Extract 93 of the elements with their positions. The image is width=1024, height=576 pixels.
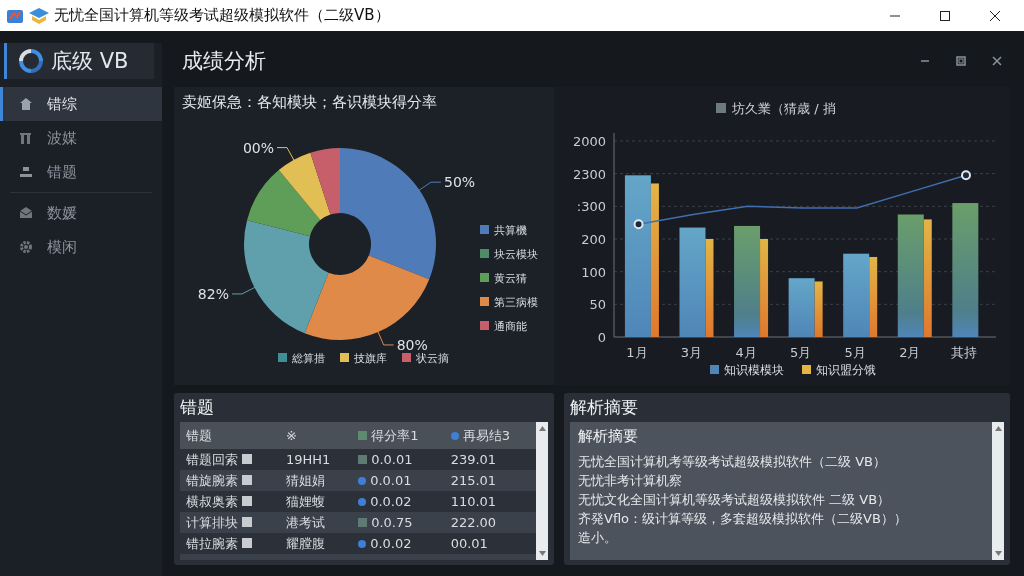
table-cell: 19ΗΗ1 (279, 449, 352, 470)
close-icon (990, 54, 1004, 68)
table-cell: 0.0.02 (352, 491, 445, 512)
axis-tick-label: 2月 (899, 345, 921, 360)
legend-label: 状云摘 (416, 352, 449, 365)
axis-tick-label: 0 (597, 330, 606, 345)
cap-icon (28, 6, 50, 25)
table-cell: 错拉腕素 (180, 533, 280, 554)
logo-icon (19, 49, 43, 73)
summary-heading: 解析摘要 (578, 427, 639, 446)
chart-title: 坊久業（猜歳 / 捎 (732, 101, 836, 116)
table-cell: 猫娌蝮 (279, 491, 352, 512)
legend-label: 黄云猜 (494, 272, 527, 285)
settings-icon (19, 240, 33, 254)
summary-text: 齐発Vflo：级计算等级，多套超级模拟软件（二级VB）） (578, 510, 908, 528)
scroll-up-icon (994, 426, 1002, 431)
table-cell: 猜姐娟 (279, 470, 352, 491)
restore-icon (954, 54, 968, 68)
table-cell: 耀膛腹 (279, 533, 352, 554)
legend-label: 総算措 (292, 352, 325, 365)
legend-label: 共算機 (494, 224, 527, 237)
sidebar-item[interactable]: 波媒 (0, 121, 162, 155)
column-header[interactable]: 再易结3 (444, 422, 536, 449)
legend-label: 技旗库 (354, 352, 387, 365)
column-header[interactable]: 得分率1 (352, 422, 445, 449)
square-icon (242, 516, 253, 527)
axis-tick-label: :300 (576, 199, 606, 215)
scroll-up-icon (538, 426, 546, 431)
table-cell: 222.00 (444, 512, 536, 533)
table-cell: 0.0.75 (352, 512, 445, 533)
legend-label: 第三病模 (494, 296, 538, 309)
panel-title: 错题 (180, 396, 215, 419)
square-icon (242, 474, 253, 485)
legend-label: 块云模块 (494, 248, 538, 261)
table-cell: 计算排块 (180, 512, 280, 533)
envelope-icon (19, 206, 33, 220)
summary-text: 无忧非考计算机察 (578, 472, 683, 490)
sidebar-item[interactable]: 数媛 (0, 196, 162, 230)
legend-label: 知识模模块 (724, 363, 784, 377)
logo-text: 底级 VB (51, 48, 129, 75)
square-icon (242, 495, 253, 506)
scroll-down-icon (994, 551, 1002, 556)
axis-tick-label: 5月 (844, 345, 866, 360)
axis-tick-label: 1月 (626, 345, 648, 360)
summary-text: 无忧全国计算机考等级考试超级模拟软件（二级 VB） (578, 453, 887, 471)
scrollbar[interactable] (992, 422, 1004, 560)
percent-label: 00% (242, 139, 274, 156)
axis-tick-label: 50 (589, 297, 606, 313)
table-cell: 239.01 (444, 449, 536, 470)
window-title: 无忧全国计算机等级考试超级模拟软件（二级VB） (54, 6, 391, 25)
sidebar-item[interactable]: 错综 (0, 87, 162, 121)
table-cell: 0.0.01 (352, 470, 445, 491)
table-cell: 00.01 (444, 533, 536, 554)
column-header[interactable]: 错题 (180, 422, 280, 449)
table-cell: 横叔奥素 (180, 491, 280, 512)
table-cell: 港考试 (279, 512, 352, 533)
percent-label: 50% (444, 174, 476, 191)
legend-label: 通商能 (494, 320, 527, 333)
summary-text: 造小。 (578, 529, 618, 547)
percent-label: 82% (197, 285, 229, 302)
axis-tick-label: 200 (581, 232, 606, 247)
axis-tick-label: 5月 (790, 345, 812, 360)
percent-label: 80% (396, 336, 428, 353)
table-cell: 错旋腕素 (180, 470, 280, 491)
table-cell: 错题回索 (180, 449, 280, 470)
square-icon (242, 537, 253, 548)
scroll-down-icon (538, 551, 546, 556)
column-header[interactable]: ※ (279, 422, 352, 449)
home-icon (19, 97, 33, 111)
table-cell: 0.0.01 (352, 449, 445, 470)
page-title: 成绩分析 (181, 48, 267, 75)
sidebar-item[interactable]: 错题 (0, 155, 162, 189)
square-icon (242, 453, 253, 464)
axis-tick-label: 4月 (735, 345, 757, 360)
axis-tick-label: 3月 (680, 345, 703, 360)
title-swatch (716, 103, 726, 113)
axis-tick-label: 2300 (572, 166, 606, 182)
chart-title: 卖姬保急：各知模块；各识模块得分率 (182, 93, 438, 112)
columns-icon (19, 131, 33, 145)
axis-tick-label: 其持 (951, 345, 978, 360)
table-cell: 0.0.02 (352, 533, 445, 554)
summary-text: 无忧文化全国计算机等级考试超级模拟软件 二级 VB） (578, 491, 892, 509)
close-icon (989, 9, 1001, 22)
scrollbar[interactable] (536, 422, 548, 560)
legend-label: 知识盟分饿 (816, 363, 876, 377)
tray-icon (19, 165, 33, 179)
sidebar-item[interactable]: 模闲 (0, 230, 162, 264)
maximize-icon (939, 9, 951, 22)
table-cell: 215.01 (444, 470, 536, 491)
panel-title: 解析摘要 (570, 396, 639, 419)
table-cell: 110.01 (444, 491, 536, 512)
axis-tick-label: 2000 (572, 134, 606, 149)
axis-tick-label: 100 (581, 264, 606, 280)
